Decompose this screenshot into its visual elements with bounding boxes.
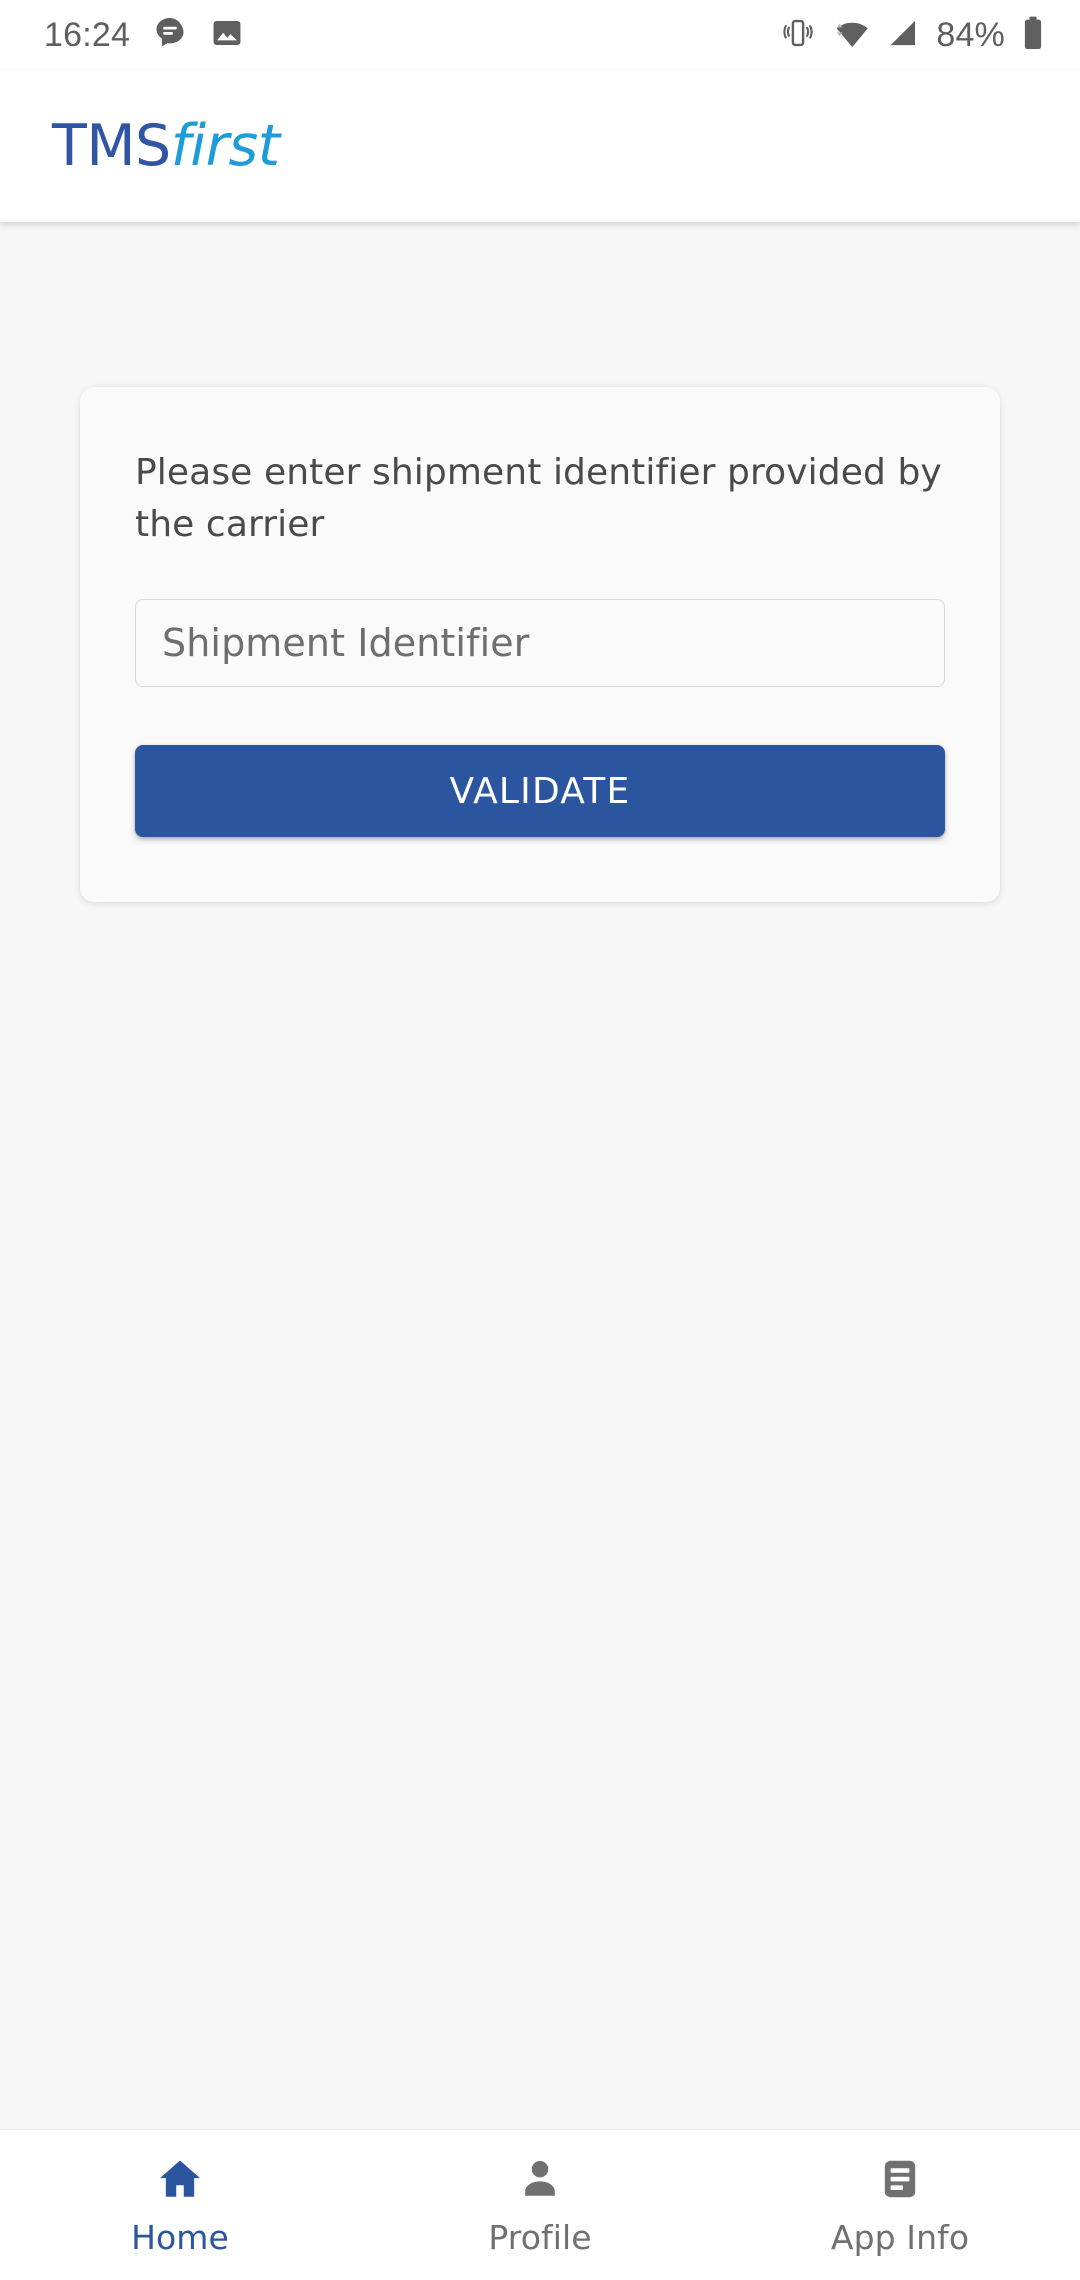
nav-item-home[interactable]: Home: [0, 2130, 360, 2280]
battery-icon: [1020, 15, 1046, 56]
shipment-identifier-placeholder: Shipment Identifier: [162, 621, 530, 666]
shipment-validation-card: Please enter shipment identifier provide…: [80, 387, 1000, 903]
person-icon: [516, 2153, 564, 2205]
nav-item-app-info[interactable]: App Info: [720, 2130, 1080, 2280]
vibrate-icon: [781, 16, 815, 55]
nav-item-home-label: Home: [131, 2218, 229, 2257]
nav-item-profile-label: Profile: [488, 2218, 592, 2257]
cellular-signal-icon: [885, 16, 921, 55]
status-bar-clock: 16:24: [44, 15, 131, 54]
app-logo-secondary: first: [170, 113, 280, 179]
status-bar-right: 84%: [781, 15, 1046, 56]
app-logo-primary: TMS: [52, 113, 171, 179]
nav-item-profile[interactable]: Profile: [360, 2130, 720, 2280]
shipment-identifier-field[interactable]: Shipment Identifier: [135, 599, 945, 688]
validate-button[interactable]: VALIDATE: [135, 745, 945, 838]
status-bar-left: 16:24: [44, 15, 244, 56]
message-bubble-icon: [152, 15, 188, 56]
app-header: TMS first: [0, 70, 1080, 222]
main-content: Please enter shipment identifier provide…: [0, 222, 1080, 2129]
app-screen: 16:24 84% TMS first Please enter shipmen…: [0, 0, 1080, 2280]
validate-button-label: VALIDATE: [449, 770, 631, 812]
app-logo: TMS first: [52, 113, 280, 179]
image-icon: [210, 16, 244, 55]
status-bar: 16:24 84%: [0, 0, 1080, 70]
bottom-navigation-bar: Home Profile App Info: [0, 2129, 1080, 2280]
nav-item-app-info-label: App Info: [830, 2218, 970, 2257]
home-icon: [155, 2153, 205, 2205]
battery-percent-label: 84%: [936, 15, 1005, 54]
instruction-text: Please enter shipment identifier provide…: [135, 452, 942, 546]
wifi-icon: [830, 15, 870, 56]
article-icon: [876, 2153, 924, 2205]
